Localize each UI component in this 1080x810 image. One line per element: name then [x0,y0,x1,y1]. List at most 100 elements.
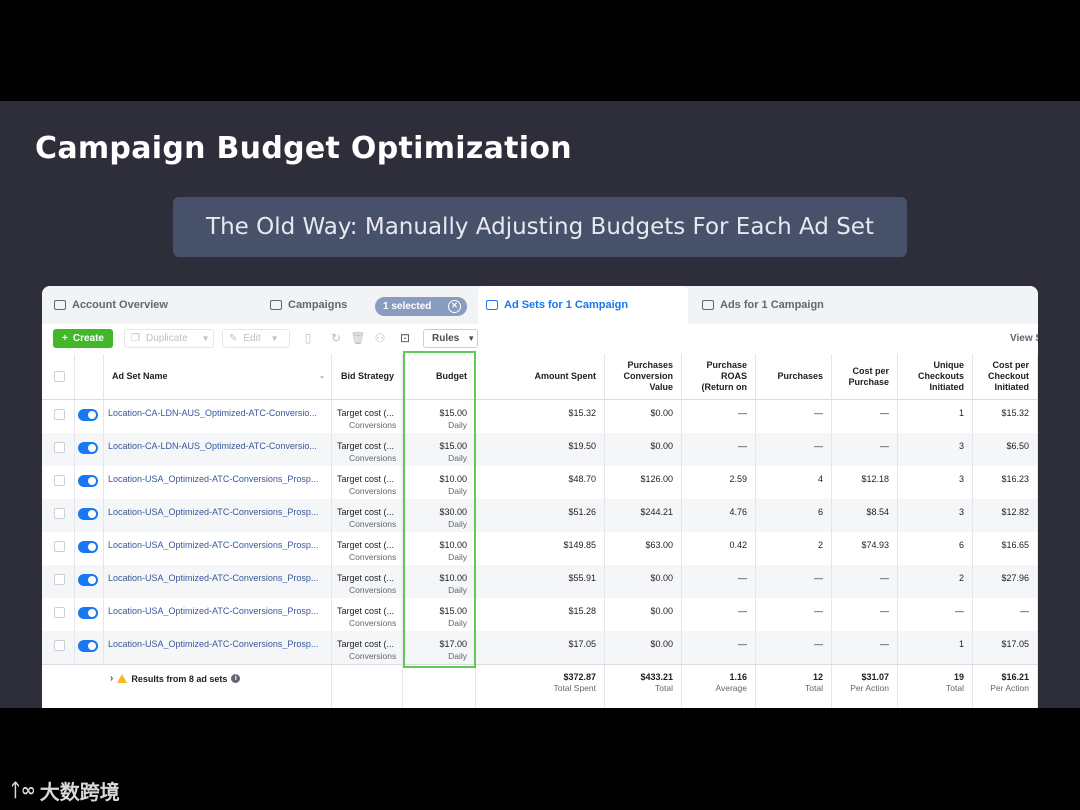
budget-value: $10.00 [439,540,467,550]
metric-cell-cpc: $6.50 [973,433,1038,466]
ad-set-name-cell: Location-USA_Optimized-ATC-Conversions_P… [104,598,332,631]
tab-ad-sets[interactable]: Ad Sets for 1 Campaign [478,286,688,324]
info-icon[interactable]: i [231,674,241,683]
total-value: $31.07 [861,672,889,682]
tab-account-overview[interactable]: Account Overview [54,286,254,324]
table-row[interactable]: Location-CA-LDN-AUS_Optimized-ATC-Conver… [42,433,1038,466]
row-toggle-cell [75,400,104,433]
row-checkbox[interactable] [54,574,65,585]
col-purchases-conversion-value[interactable]: Purchases Conversion Value [605,354,682,400]
bid-strategy-sub: Conversions [349,486,397,496]
ad-set-name-link[interactable]: Location-USA_Optimized-ATC-Conversions_P… [108,606,328,616]
col-cost-per-checkout[interactable]: Cost per Checkout Initiated [973,354,1038,400]
undo-icon[interactable]: ↻ [327,329,345,348]
budget-cell[interactable]: $15.00 Daily [403,400,476,433]
budget-cell[interactable]: $10.00 Daily [403,565,476,598]
budget-cell[interactable]: $10.00 Daily [403,532,476,565]
budget-cell[interactable]: $15.00 Daily [403,433,476,466]
row-checkbox[interactable] [54,541,65,552]
totals-cpp: $31.07 Per Action [832,665,898,708]
ad-set-name-link[interactable]: Location-USA_Optimized-ATC-Conversions_P… [108,639,328,649]
totals-row: › Results from 8 ad sets i $372.87 Total … [42,664,1038,708]
metric-cell-roas: 0.42 [682,532,756,565]
row-checkbox-cell [42,499,75,532]
ad-set-toggle[interactable] [78,409,98,421]
ad-sets-icon [486,300,498,310]
col-budget[interactable]: Budget [403,354,476,400]
row-checkbox[interactable] [54,640,65,651]
budget-cell[interactable]: $15.00 Daily [403,598,476,631]
row-checkbox[interactable] [54,442,65,453]
ad-set-name-cell: Location-USA_Optimized-ATC-Conversions_P… [104,532,332,565]
results-summary[interactable]: › Results from 8 ad sets i [110,673,241,684]
table-row[interactable]: Location-USA_Optimized-ATC-Conversions_P… [42,532,1038,565]
ad-set-toggle[interactable] [78,475,98,487]
col-unique-checkouts[interactable]: Unique Checkouts Initiated [898,354,973,400]
trash-icon[interactable]: 🗑 [349,329,367,348]
col-cost-per-purchase[interactable]: Cost per Purchase [832,354,898,400]
selected-pill[interactable]: 1 selected ✕ [375,297,467,316]
table-row[interactable]: Location-CA-LDN-AUS_Optimized-ATC-Conver… [42,400,1038,433]
col-label: Cost per Checkout Initiated [987,360,1029,392]
ad-set-toggle[interactable] [78,508,98,520]
share-icon[interactable]: ⚇ [371,329,389,348]
ad-set-name-link[interactable]: Location-USA_Optimized-ATC-Conversions_P… [108,540,328,550]
create-button[interactable]: + Create [53,329,113,348]
col-purchase-roas[interactable]: Purchase ROAS (Return on [682,354,756,400]
ad-set-name-link[interactable]: Location-USA_Optimized-ATC-Conversions_P… [108,474,328,484]
ad-set-toggle[interactable] [78,640,98,652]
edit-button[interactable]: ✎ Edit ▼ [222,329,290,348]
row-checkbox[interactable] [54,475,65,486]
table-row[interactable]: Location-USA_Optimized-ATC-Conversions_P… [42,631,1038,664]
budget-period: Daily [448,453,467,463]
row-checkbox-cell [42,565,75,598]
view-setup-link[interactable]: View S [1010,333,1038,344]
ad-set-toggle[interactable] [78,442,98,454]
col-amount-spent[interactable]: Amount Spent [476,354,605,400]
metric-cell-cpp: $12.18 [832,466,898,499]
row-toggle-cell [75,565,104,598]
tab-ads[interactable]: Ads for 1 Campaign [702,286,902,324]
metric-cell-roas: — [682,631,756,664]
ad-set-toggle[interactable] [78,541,98,553]
row-toggle-cell [75,598,104,631]
col-label: Ad Set Name [112,371,168,381]
duplicate-button[interactable]: ❐ Duplicate ▼ [124,329,214,348]
metric-cell-cpp: — [832,598,898,631]
row-checkbox[interactable] [54,409,65,420]
ad-set-name-link[interactable]: Location-USA_Optimized-ATC-Conversions_P… [108,507,328,517]
metric-cell-cpc: $12.82 [973,499,1038,532]
table-row[interactable]: Location-USA_Optimized-ATC-Conversions_P… [42,598,1038,631]
table-row[interactable]: Location-USA_Optimized-ATC-Conversions_P… [42,499,1038,532]
ads-manager-screenshot: Account Overview Campaigns 1 selected ✕ … [42,286,1038,708]
row-toggle-cell [75,532,104,565]
rules-button[interactable]: Rules ▼ [423,329,478,348]
chart-icon[interactable]: ⊡ [396,329,414,348]
budget-cell[interactable]: $10.00 Daily [403,466,476,499]
ad-set-name-link[interactable]: Location-CA-LDN-AUS_Optimized-ATC-Conver… [108,441,328,451]
col-purchases[interactable]: Purchases [756,354,832,400]
metric-cell-cpp: — [832,565,898,598]
col-bid-strategy[interactable]: Bid Strategy [332,354,403,400]
table-row[interactable]: Location-USA_Optimized-ATC-Conversions_P… [42,565,1038,598]
row-checkbox[interactable] [54,508,65,519]
delete-icon[interactable]: ▯ [299,329,317,348]
row-checkbox[interactable] [54,607,65,618]
budget-cell[interactable]: $30.00 Daily [403,499,476,532]
bid-strategy-sub: Conversions [349,585,397,595]
bid-strategy-cell: Target cost (... Conversions [332,466,403,499]
select-all-checkbox[interactable] [54,371,65,382]
table-row[interactable]: Location-USA_Optimized-ATC-Conversions_P… [42,466,1038,499]
ad-set-name-cell: Location-CA-LDN-AUS_Optimized-ATC-Conver… [104,433,332,466]
ad-set-name-link[interactable]: Location-USA_Optimized-ATC-Conversions_P… [108,573,328,583]
ad-set-toggle[interactable] [78,574,98,586]
metric-cell-cpp: $8.54 [832,499,898,532]
budget-cell[interactable]: $17.00 Daily [403,631,476,664]
clear-selection-icon[interactable]: ✕ [448,300,461,313]
ad-set-toggle[interactable] [78,607,98,619]
totals-conv-value: $433.21 Total [605,665,682,708]
metric-cell-checkouts: 3 [898,466,973,499]
metric-cell-spent: $48.70 [476,466,605,499]
ad-set-name-link[interactable]: Location-CA-LDN-AUS_Optimized-ATC-Conver… [108,408,328,418]
col-ad-set-name[interactable]: Ad Set Name ⌄ [104,354,332,400]
